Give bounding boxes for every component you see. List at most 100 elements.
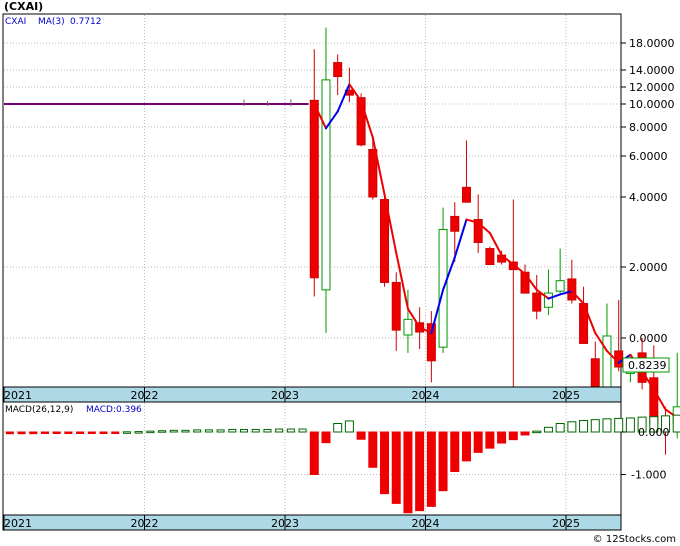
y-tick-label: 14.0000 bbox=[629, 64, 675, 77]
macd-bar-positive bbox=[567, 421, 577, 433]
y-tick-label: 0.0000 bbox=[629, 332, 668, 345]
candle-down bbox=[368, 148, 378, 198]
candle-down bbox=[532, 292, 542, 312]
macd-bar-positive bbox=[532, 430, 542, 434]
y-tick-label: 12.0000 bbox=[629, 81, 675, 94]
date-label-2025: 2025 bbox=[552, 517, 580, 530]
macd-bar-negative bbox=[473, 431, 483, 453]
macd-y-tick-label: 0.000 bbox=[638, 426, 670, 439]
macd-bar-negative bbox=[64, 431, 73, 434]
macd-bar-positive bbox=[275, 428, 284, 433]
candle-down bbox=[567, 278, 577, 301]
macd-bar-positive bbox=[263, 428, 272, 433]
macd-bar-negative bbox=[391, 431, 401, 504]
macd-bar-negative bbox=[29, 431, 38, 435]
candle-up bbox=[403, 318, 413, 336]
macd-bar-positive bbox=[158, 430, 167, 433]
y-tick-label: 18.0000 bbox=[629, 37, 675, 50]
date-label-2024: 2024 bbox=[412, 517, 440, 530]
legend-ma-label: MA(3) bbox=[38, 17, 65, 27]
macd-bar-negative bbox=[87, 431, 96, 434]
legend-symbol: CXAI bbox=[5, 17, 26, 27]
macd-bar-negative bbox=[76, 431, 85, 434]
date-label-2021: 2021 bbox=[4, 389, 32, 402]
macd-bar-negative bbox=[497, 431, 507, 444]
macd-bar-positive bbox=[298, 428, 307, 433]
macd-bar-positive bbox=[333, 423, 343, 433]
macd-bar-positive bbox=[240, 428, 249, 433]
candle-down bbox=[450, 215, 460, 232]
legend-ma-value: 0.7712 bbox=[70, 17, 102, 27]
macd-bar-positive bbox=[204, 429, 213, 433]
date-label-2022: 2022 bbox=[131, 517, 159, 530]
macd-bar-negative bbox=[17, 431, 26, 435]
y-tick-label: 2.0000 bbox=[629, 261, 668, 274]
macd-bar-negative bbox=[461, 431, 471, 462]
candle-down bbox=[309, 99, 319, 279]
macd-bar-negative bbox=[321, 431, 331, 444]
candle-down bbox=[333, 62, 343, 77]
candle-up bbox=[321, 79, 331, 291]
date-label-2021: 2021 bbox=[4, 517, 32, 530]
y-tick-label: 10.0000 bbox=[629, 98, 675, 111]
macd-y-tick-label: -1.000 bbox=[631, 469, 666, 482]
macd-bar-negative bbox=[485, 431, 495, 449]
macd-bar-negative bbox=[438, 431, 448, 492]
macd-bar-positive bbox=[602, 418, 612, 433]
footer-credit: © 12Stocks.com bbox=[593, 534, 676, 545]
y-tick-label: 8.0000 bbox=[629, 121, 668, 134]
candle-down bbox=[461, 186, 471, 203]
date-label-2023: 2023 bbox=[271, 517, 299, 530]
macd-bar-negative bbox=[415, 431, 425, 512]
macd-bar-positive bbox=[146, 430, 155, 434]
date-label-2022: 2022 bbox=[131, 389, 159, 402]
chart-title: (CXAI) bbox=[4, 0, 43, 13]
candle-up bbox=[602, 335, 612, 393]
macd-bar-negative bbox=[368, 431, 378, 468]
macd-bar-positive bbox=[555, 423, 565, 433]
macd-bar-positive bbox=[286, 428, 295, 433]
macd-bar-negative bbox=[5, 431, 14, 435]
macd-bar-negative bbox=[309, 431, 319, 475]
macd-bar-negative bbox=[508, 431, 518, 441]
macd-bar-negative bbox=[380, 431, 390, 495]
macd-bar-positive bbox=[614, 417, 624, 433]
last-price-label: 0.8239 bbox=[628, 359, 667, 372]
macd-value: MACD:0.396 bbox=[86, 405, 142, 415]
macd-bar-negative bbox=[111, 431, 120, 434]
candle-down bbox=[356, 97, 366, 146]
macd-bar-positive bbox=[579, 420, 589, 433]
chart-canvas: 18.0000 14.0000 12.0000 10.0000 8.0000 6.0000… bbox=[2, 0, 680, 545]
macd-bar-positive bbox=[672, 414, 680, 433]
price-date-axis: 2021 2022 2023 2024 2025 bbox=[2, 386, 622, 403]
macd-bar-positive bbox=[625, 417, 635, 433]
candle-up bbox=[555, 280, 565, 292]
date-axis-band bbox=[2, 386, 622, 403]
date-label-2023: 2023 bbox=[271, 389, 299, 402]
price-y-axis: 18.0000 14.0000 12.0000 10.0000 8.0000 6.0000… bbox=[621, 37, 675, 345]
y-tick-label: 4.0000 bbox=[629, 191, 668, 204]
macd-panel: 0.000 -1.000 MACD(26,12,9) MACD:0.396 bbox=[2, 401, 680, 516]
macd-bar-negative bbox=[520, 431, 530, 436]
candle-down bbox=[391, 281, 401, 331]
price-panel: 18.0000 14.0000 12.0000 10.0000 8.0000 6.0000… bbox=[2, 0, 680, 455]
macd-bar-positive bbox=[228, 428, 237, 433]
macd-bar-negative bbox=[403, 431, 413, 514]
macd-bar-negative bbox=[40, 431, 49, 434]
y-tick-label: 6.0000 bbox=[629, 150, 668, 163]
macd-bar-negative bbox=[52, 431, 61, 434]
macd-bar-negative bbox=[356, 431, 366, 440]
macd-bar-positive bbox=[169, 429, 178, 433]
macd-bar-positive bbox=[216, 429, 225, 433]
macd-date-axis-band bbox=[2, 514, 622, 531]
macd-date-axis: 2021 2022 2023 2024 2025 bbox=[2, 514, 622, 531]
macd-bar-negative bbox=[99, 431, 108, 434]
macd-bar-negative bbox=[450, 431, 460, 473]
macd-bar-positive bbox=[134, 431, 143, 434]
macd-title: MACD(26,12,9) bbox=[5, 405, 73, 415]
macd-bar-positive bbox=[251, 428, 260, 433]
macd-bar-negative bbox=[426, 431, 436, 507]
candle-down bbox=[485, 248, 495, 266]
macd-bar-positive bbox=[122, 431, 131, 434]
macd-y-axis: 0.000 -1.000 bbox=[621, 426, 670, 482]
